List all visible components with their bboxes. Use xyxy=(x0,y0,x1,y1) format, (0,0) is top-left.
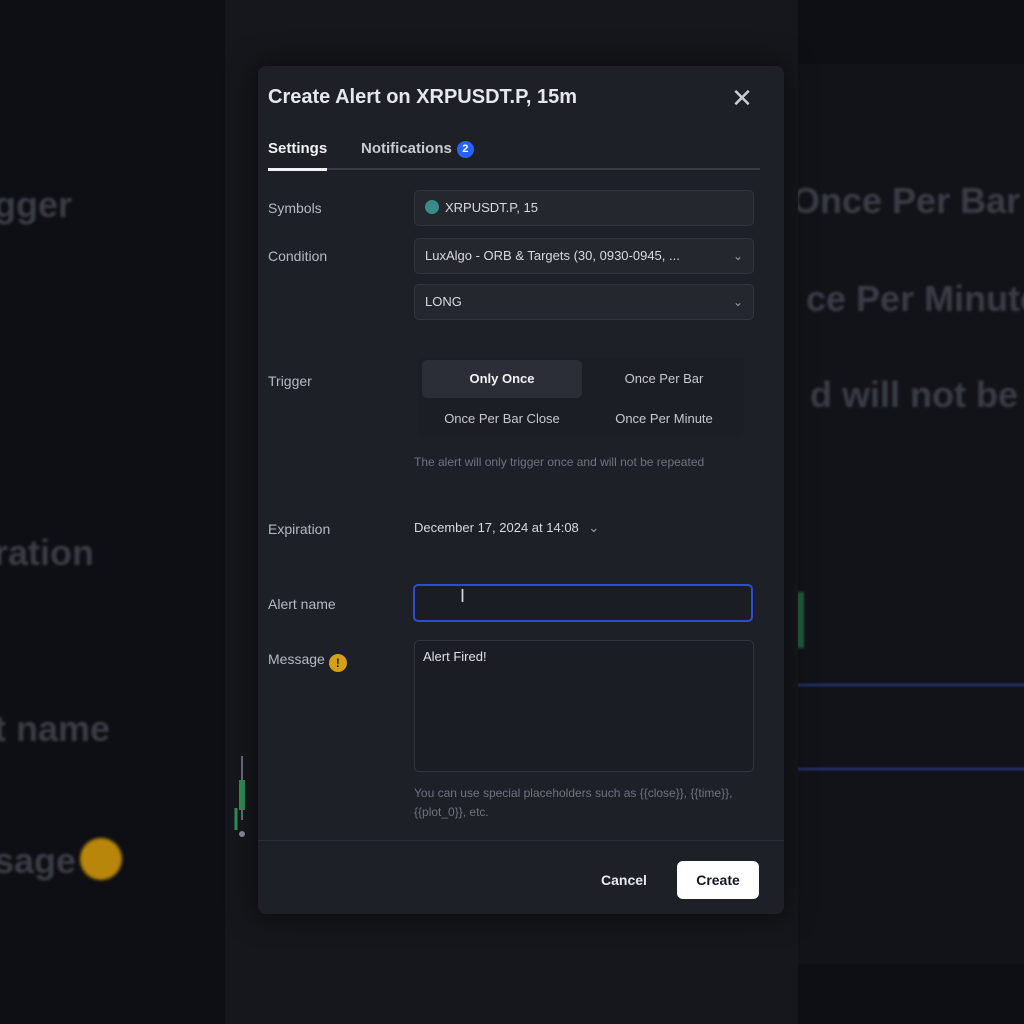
tab-notifications-label: Notifications xyxy=(361,140,452,157)
symbol-value: XRPUSDT.P, 15 xyxy=(445,200,538,215)
alert-name-label: Alert name xyxy=(268,596,336,612)
trigger-only-once[interactable]: Only Once xyxy=(422,360,582,398)
expiration-picker[interactable]: December 17, 2024 at 14:08 ⌄ xyxy=(414,520,599,536)
bg-warning-orb xyxy=(80,838,122,880)
footer-divider xyxy=(258,840,784,841)
bg-text-once-per-minute: ce Per Minute xyxy=(806,278,1024,319)
trigger-once-per-bar-close[interactable]: Once Per Bar Close xyxy=(422,400,582,438)
chevron-down-icon: ⌄ xyxy=(732,249,743,263)
condition-sub-select[interactable]: LONG ⌄ xyxy=(414,284,754,320)
message-label: Message xyxy=(268,651,325,667)
text-cursor-icon: I xyxy=(460,586,466,606)
message-hint: You can use special placeholders such as… xyxy=(414,786,733,819)
condition-sub-value: LONG xyxy=(425,294,462,309)
expiration-label: Expiration xyxy=(268,521,331,537)
tab-settings-label: Settings xyxy=(268,140,328,157)
cancel-button[interactable]: Cancel xyxy=(586,862,662,898)
bg-text-expiration: ration xyxy=(0,532,95,573)
condition-value: LuxAlgo - ORB & Targets (30, 0930-0945, … xyxy=(425,248,680,263)
condition-select[interactable]: LuxAlgo - ORB & Targets (30, 0930-0945, … xyxy=(414,238,754,274)
condition-label: Condition xyxy=(268,248,328,264)
symbol-icon xyxy=(425,200,439,214)
background-zoom-left: gger ration t name sage xyxy=(0,0,225,1024)
symbols-label: Symbols xyxy=(268,200,322,216)
message-label-row: Message! xyxy=(268,651,347,672)
trigger-label: Trigger xyxy=(268,373,312,389)
expiration-value: December 17, 2024 at 14:08 xyxy=(414,520,579,535)
tab-notifications[interactable]: Notifications 2 xyxy=(361,140,474,158)
dialog-tabs: Settings Notifications 2 xyxy=(268,138,760,171)
chevron-down-icon: ⌄ xyxy=(732,295,743,309)
trigger-once-per-bar[interactable]: Once Per Bar xyxy=(584,360,744,398)
message-textarea[interactable]: Alert Fired! xyxy=(414,640,754,772)
tab-settings[interactable]: Settings xyxy=(268,140,328,171)
bg-text-once-per-bar: Once Per Bar xyxy=(798,180,1021,221)
bg-text-will-not-be: d will not be xyxy=(810,374,1018,415)
chart-fragment xyxy=(234,756,245,837)
bg-text-alert-name: t name xyxy=(0,708,111,749)
notifications-count-badge: 2 xyxy=(456,141,474,158)
bg-chart-candle xyxy=(798,592,804,648)
chevron-down-icon: ⌄ xyxy=(588,520,600,535)
warning-icon[interactable]: ! xyxy=(328,654,347,672)
create-button[interactable]: Create xyxy=(677,861,759,899)
dialog-title: Create Alert on XRPUSDT.P, 15m xyxy=(268,86,577,108)
bg-text-trigger: gger xyxy=(0,184,73,225)
bg-text-message: sage xyxy=(0,840,77,881)
background-zoom-right: Once Per Bar ce Per Minute d will not be xyxy=(798,0,1024,1024)
close-icon[interactable]: ✕ xyxy=(728,84,756,112)
symbol-field[interactable]: XRPUSDT.P, 15 xyxy=(414,190,754,226)
trigger-once-per-minute[interactable]: Once Per Minute xyxy=(584,400,744,438)
bg-focused-input xyxy=(798,684,1024,770)
trigger-hint: The alert will only trigger once and wil… xyxy=(414,455,705,469)
trigger-options: Only Once Once Per Bar Once Per Bar Clos… xyxy=(418,358,744,438)
